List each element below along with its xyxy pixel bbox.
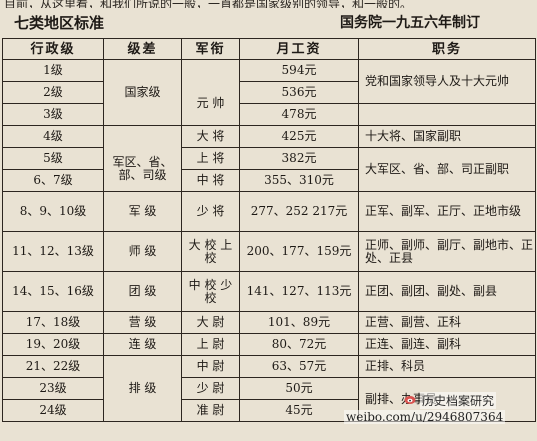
cell-rank: 少 尉 xyxy=(181,377,240,400)
cell-grade: 连 级 xyxy=(103,333,182,356)
cell-duty: 正连、副连、副科 xyxy=(358,333,536,356)
table-row: 5级 军区、省、部、司级 上 将 382元 大军区、省、部、司正副职 xyxy=(2,147,536,192)
cell-rank: 大 尉 xyxy=(181,311,240,334)
cell-level: 11、12、13级 xyxy=(2,231,104,272)
cell-duty: 正师、副师、副厅、副地市、正处、正县 xyxy=(358,231,536,272)
cell-rank: 大 将 xyxy=(181,125,240,148)
table-title: 七类地区标准 xyxy=(14,14,105,32)
table-row: 4级 大 将 425元 十大将、国家副职 xyxy=(2,125,536,148)
cell-rank: 元 帅 xyxy=(181,81,240,126)
table-row: 1级 国家级 594元 党和国家领导人及十大元帅 xyxy=(2,59,536,126)
cell-grade: 排 级 xyxy=(103,355,182,422)
cell-wage: 277、252 217元 xyxy=(239,191,359,232)
cell-grade: 军区、省、部、司级 xyxy=(103,147,182,192)
cell-wage: 594元 xyxy=(239,59,359,82)
cell-duty: 正营、副营、正科 xyxy=(358,311,536,334)
cell-rank: 中 校 少 校 xyxy=(181,271,240,312)
cell-wage: 141、127、113元 xyxy=(239,271,359,312)
cell-rank: 中 将 xyxy=(181,169,240,192)
wage-grade-table: 行政级 级差 军衔 月工资 职务 1级 国家级 594元 党和国家领导人及十大元… xyxy=(2,38,536,422)
cell-rank: 大 校 上 校 xyxy=(181,231,240,272)
cell-level: 1级 xyxy=(2,59,104,82)
col-header-duty: 职务 xyxy=(358,38,536,60)
cell-rank: 上 将 xyxy=(181,147,240,170)
cell-level: 14、15、16级 xyxy=(2,271,104,312)
cell-duty-empty xyxy=(358,103,536,126)
cell-wage: 382元 xyxy=(239,147,359,170)
cell-level: 19、20级 xyxy=(2,333,104,356)
table-row: 17、18级 营 级 大 尉 101、89元 正营、副营、正科 xyxy=(2,311,536,334)
cell-wage: 45元 xyxy=(239,399,359,422)
cell-level: 3级 xyxy=(2,103,104,126)
cell-duty: 正排、科员 xyxy=(358,355,536,378)
cell-grade: 国家级 xyxy=(103,59,182,126)
col-header-monthly-wage: 月工资 xyxy=(239,38,359,60)
table-row: 3级 478元 xyxy=(2,103,536,126)
cell-rank-empty xyxy=(181,59,240,82)
cell-duty: 大军区、省、部、司正副职 xyxy=(358,147,536,192)
cell-wage: 355、310元 xyxy=(239,169,359,192)
watermark-account-name: 历史档案研究 xyxy=(420,392,497,409)
cell-duty: 正军、副军、正厅、正地市级 xyxy=(358,191,536,232)
cell-rank: 少 将 xyxy=(181,191,240,232)
cell-level: 6、7级 xyxy=(2,169,104,192)
cell-level: 24级 xyxy=(2,399,104,422)
cell-rank: 中 尉 xyxy=(181,355,240,378)
cell-level: 5级 xyxy=(2,147,104,170)
cell-grade: 军 级 xyxy=(103,191,182,232)
cell-rank: 准 尉 xyxy=(181,399,240,422)
cell-level: 2级 xyxy=(2,81,104,104)
table-source: 国务院一九五六年制订 xyxy=(340,15,480,31)
cell-wage: 425元 xyxy=(239,125,359,148)
cell-level: 21、22级 xyxy=(2,355,104,378)
table-row: 11、12、13级 师 级 大 校 上 校 200、177、159元 正师、副师… xyxy=(2,231,536,272)
top-caption-strip: 目前，从这里看，和我们所说的一般，一直都是国家级别的领导，和一般的。 xyxy=(4,0,413,8)
cell-wage: 80、72元 xyxy=(239,333,359,356)
cell-grade: 团 级 xyxy=(103,271,182,312)
table-row: 19、20级 连 级 上 尉 80、72元 正连、副连、副科 xyxy=(2,333,536,356)
cell-grade: 师 级 xyxy=(103,231,182,272)
cell-level: 4级 xyxy=(2,125,104,148)
cell-grade-empty xyxy=(103,125,182,148)
watermark-url: weibo.com/u/2946807364 xyxy=(344,410,506,424)
cell-duty: 党和国家领导人及十大元帅 xyxy=(358,59,536,104)
cell-grade: 营 级 xyxy=(103,311,182,334)
col-header-military-rank: 军衔 xyxy=(181,38,240,60)
cell-duty: 十大将、国家副职 xyxy=(358,125,536,148)
cell-level: 8、9、10级 xyxy=(2,191,104,232)
cell-level: 23级 xyxy=(2,377,104,400)
table-header-row: 行政级 级差 军衔 月工资 职务 xyxy=(2,38,536,60)
table-row: 8、9、10级 军 级 少 将 277、252 217元 正军、副军、正厅、正地… xyxy=(2,191,536,232)
cell-level: 17、18级 xyxy=(2,311,104,334)
cell-duty: 正团、副团、副处、副县 xyxy=(358,271,536,312)
cell-rank: 上 尉 xyxy=(181,333,240,356)
cell-wage: 50元 xyxy=(239,377,359,400)
table-row: 14、15、16级 团 级 中 校 少 校 141、127、113元 正团、副团… xyxy=(2,271,536,312)
cell-wage: 478元 xyxy=(239,103,359,126)
cell-wage: 63、57元 xyxy=(239,355,359,378)
cell-wage: 200、177、159元 xyxy=(239,231,359,272)
cell-wage: 101、89元 xyxy=(239,311,359,334)
weibo-logo-icon xyxy=(404,396,416,404)
col-header-admin-level: 行政级 xyxy=(2,38,104,60)
cell-wage: 536元 xyxy=(239,81,359,104)
table-row: 21、22级 排 级 中 尉 63、57元 正排、科员 xyxy=(2,355,536,422)
col-header-grade: 级差 xyxy=(103,38,182,60)
